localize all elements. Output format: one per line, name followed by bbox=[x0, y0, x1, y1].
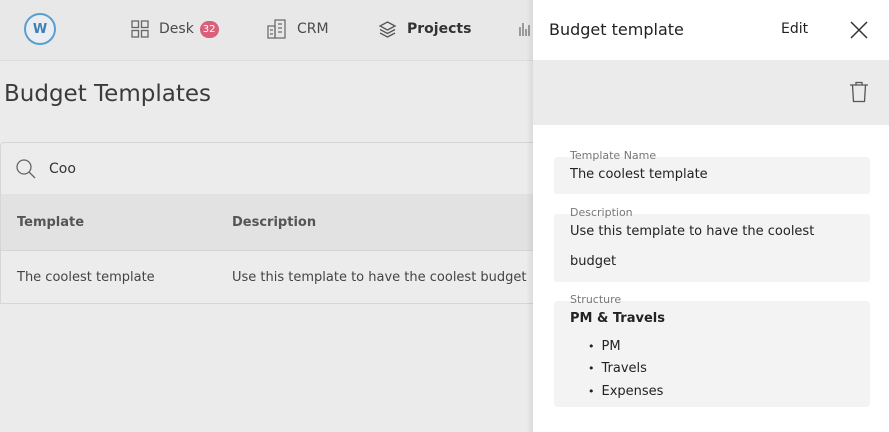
templates-table: Template Description The coolest templat… bbox=[0, 194, 540, 304]
nav-item-projects[interactable]: Projects bbox=[378, 18, 471, 40]
list-item: Travels bbox=[588, 358, 663, 381]
layers-icon bbox=[378, 20, 397, 38]
page-title: Budget Templates bbox=[4, 81, 211, 107]
structure-title: PM & Travels bbox=[570, 311, 665, 326]
app-logo[interactable]: W bbox=[24, 13, 56, 45]
nav-label-crm: CRM bbox=[297, 21, 329, 37]
search-icon bbox=[16, 158, 36, 178]
field-label-description: Description bbox=[570, 206, 633, 219]
panel-toolbar bbox=[533, 60, 889, 125]
logo-letter: W bbox=[32, 21, 48, 37]
template-name-field: Template Name The coolest template bbox=[554, 149, 870, 194]
edit-button[interactable]: Edit bbox=[773, 18, 816, 40]
table-row[interactable]: The coolest template Use this template t… bbox=[0, 251, 540, 304]
panel-header: Budget template Edit bbox=[533, 0, 889, 60]
description-field: Description Use this template to have th… bbox=[554, 206, 870, 282]
nav-label-projects: Projects bbox=[407, 21, 472, 37]
table-header: Template Description bbox=[0, 194, 540, 251]
search-bar[interactable] bbox=[0, 142, 540, 195]
search-input[interactable] bbox=[49, 160, 449, 177]
close-icon[interactable] bbox=[849, 20, 869, 40]
field-value-name: The coolest template bbox=[570, 167, 708, 182]
structure-field: Structure PM & Travels PM Travels Expens… bbox=[554, 293, 870, 407]
field-value-description-line1: Use this template to have the coolest bbox=[570, 224, 815, 239]
structure-list: PM Travels Expenses bbox=[588, 335, 664, 403]
nav-label-desk: Desk bbox=[159, 21, 194, 37]
column-header-template[interactable]: Template bbox=[17, 215, 84, 230]
list-item: PM bbox=[588, 335, 663, 358]
cell-template: The coolest template bbox=[17, 269, 155, 285]
field-label-name: Template Name bbox=[570, 149, 657, 162]
nav-item-desk[interactable]: Desk 32 bbox=[131, 18, 219, 40]
field-value-description-line2: budget bbox=[570, 254, 617, 269]
grid-icon bbox=[131, 20, 149, 38]
building-icon bbox=[267, 19, 286, 39]
list-item: Expenses bbox=[588, 380, 664, 403]
nav-item-crm[interactable]: CRM bbox=[267, 18, 329, 40]
cell-description: Use this template to have the coolest bu… bbox=[232, 269, 527, 285]
notification-badge: 32 bbox=[199, 20, 219, 38]
panel-title: Budget template bbox=[549, 20, 684, 39]
field-label-structure: Structure bbox=[570, 293, 622, 306]
column-header-description[interactable]: Description bbox=[232, 215, 316, 230]
trash-icon[interactable] bbox=[849, 81, 869, 103]
